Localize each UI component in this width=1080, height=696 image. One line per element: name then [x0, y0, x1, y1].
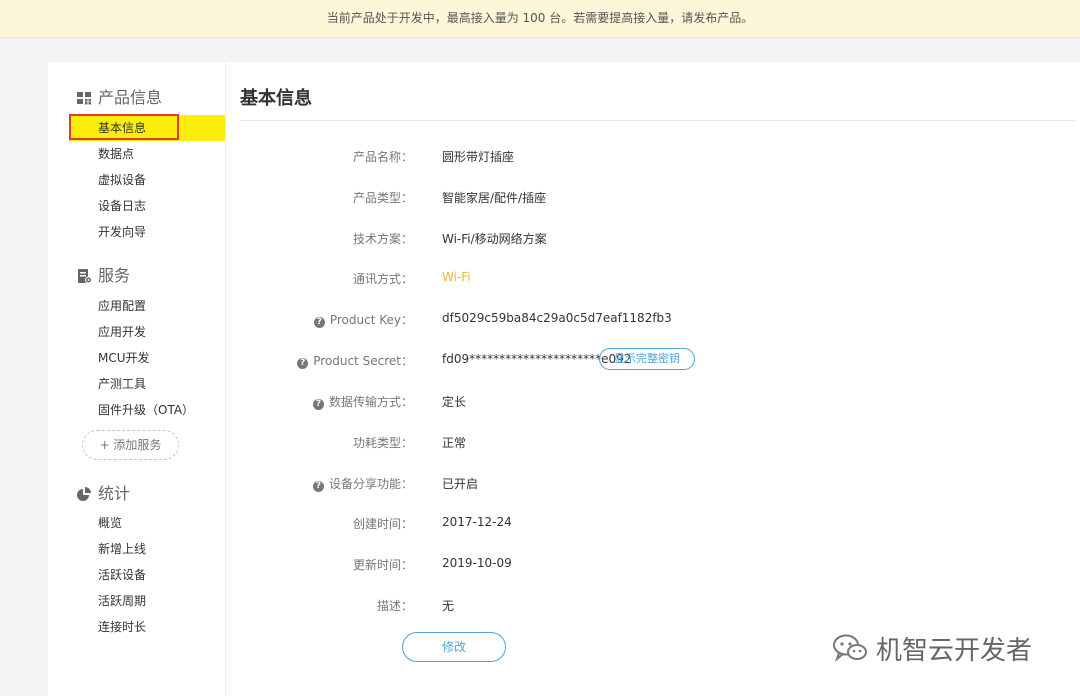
sidebar-group-label: 统计 — [98, 484, 131, 503]
wechat-icon — [833, 634, 867, 663]
field-label-product-secret: ? Product Secret： — [248, 352, 413, 369]
field-label-description: 描述： — [376, 599, 413, 613]
help-icon[interactable]: ? — [297, 358, 309, 369]
sidebar-item-connect-duration[interactable]: 连接时长 — [98, 616, 146, 638]
banner-text: 当前产品处于开发中，最高接入量为 100 台。若需要提高接入量，请发布产品。 — [326, 11, 754, 25]
title-divider — [240, 120, 1075, 121]
field-label-created-time: 创建时间： — [352, 517, 413, 531]
sidebar-item-overview[interactable]: 概览 — [98, 512, 122, 534]
field-value-product-key: df5029c59ba84c29a0c5d7eaf1182fb3 — [442, 311, 672, 325]
field-value-product-name: 圆形带灯插座 — [442, 150, 515, 164]
sidebar-group-label: 服务 — [98, 266, 131, 285]
field-label-updated-time: 更新时间： — [352, 558, 413, 572]
dev-status-banner: 当前产品处于开发中，最高接入量为 100 台。若需要提高接入量，请发布产品。 — [0, 0, 1080, 38]
field-label-product-name: 产品名称： — [352, 150, 413, 164]
sidebar-item-app-config[interactable]: 应用配置 — [98, 295, 146, 317]
sidebar-group-service: 服务 — [76, 264, 130, 288]
sidebar-item-mcu-dev[interactable]: MCU开发 — [98, 347, 150, 369]
help-icon[interactable]: ? — [313, 317, 325, 328]
sidebar-item-active-devices[interactable]: 活跃设备 — [98, 564, 146, 586]
watermark-text: 机智云开发者 — [876, 635, 1033, 666]
field-label-power-type: 功耗类型： — [352, 436, 413, 450]
field-value-data-transfer: 定长 — [442, 395, 467, 409]
field-label-device-share: ? 设备分享功能： — [248, 475, 413, 492]
field-value-device-share: 已开启 — [442, 477, 479, 491]
sidebar-group-label: 产品信息 — [98, 88, 163, 107]
page-title: 基本信息 — [240, 88, 312, 109]
field-label-product-type: 产品类型： — [352, 191, 413, 205]
sidebar-item-data-points[interactable]: 数据点 — [98, 143, 134, 165]
edit-button[interactable]: 修改 — [402, 632, 506, 662]
show-full-secret-button[interactable]: 显示完整密钥 — [599, 348, 695, 370]
active-item-marker — [69, 114, 179, 140]
sidebar-item-factory-test[interactable]: 产测工具 — [98, 373, 146, 395]
sidebar-group-statistics: 统计 — [76, 482, 130, 506]
service-icon — [78, 269, 92, 284]
sidebar-item-new-online[interactable]: 新增上线 — [98, 538, 146, 560]
field-value-created-time: 2017-12-24 — [442, 515, 512, 529]
field-value-power-type: 正常 — [442, 436, 467, 450]
help-icon[interactable]: ? — [312, 399, 324, 410]
field-value-updated-time: 2019-10-09 — [442, 556, 512, 570]
field-value-comm-method: Wi-Fi — [442, 270, 471, 284]
sidebar-item-device-log[interactable]: 设备日志 — [98, 195, 146, 217]
main-panel: 产品信息 基本信息 数据点 虚拟设备 设备日志 开发向导 服务 应用配置 应用开… — [48, 62, 1080, 696]
field-label-product-key: ? Product Key： — [248, 311, 413, 328]
field-label-comm-method: 通讯方式： — [352, 272, 413, 286]
field-value-tech-solution: Wi-Fi/移动网络方案 — [442, 232, 547, 246]
sidebar-group-product-info: 产品信息 — [76, 86, 162, 110]
sidebar: 产品信息 基本信息 数据点 虚拟设备 设备日志 开发向导 服务 应用配置 应用开… — [48, 62, 226, 696]
pie-chart-icon — [77, 487, 91, 501]
sidebar-item-dev-guide[interactable]: 开发向导 — [98, 221, 146, 243]
watermark: 机智云开发者 — [832, 630, 1032, 666]
field-value-description: 无 — [442, 599, 455, 613]
add-service-button[interactable]: + 添加服务 — [82, 430, 179, 460]
field-label-data-transfer: ? 数据传输方式： — [248, 393, 413, 410]
field-value-product-type: 智能家居/配件/插座 — [442, 191, 547, 205]
grid-icon — [77, 92, 91, 105]
sidebar-item-firmware-ota[interactable]: 固件升级（OTA） — [98, 399, 194, 421]
sidebar-item-virtual-device[interactable]: 虚拟设备 — [98, 169, 146, 191]
field-label-tech-solution: 技术方案： — [352, 232, 413, 246]
sidebar-item-app-dev[interactable]: 应用开发 — [98, 321, 146, 343]
sidebar-item-active-period[interactable]: 活跃周期 — [98, 590, 146, 612]
help-icon[interactable]: ? — [312, 481, 324, 492]
